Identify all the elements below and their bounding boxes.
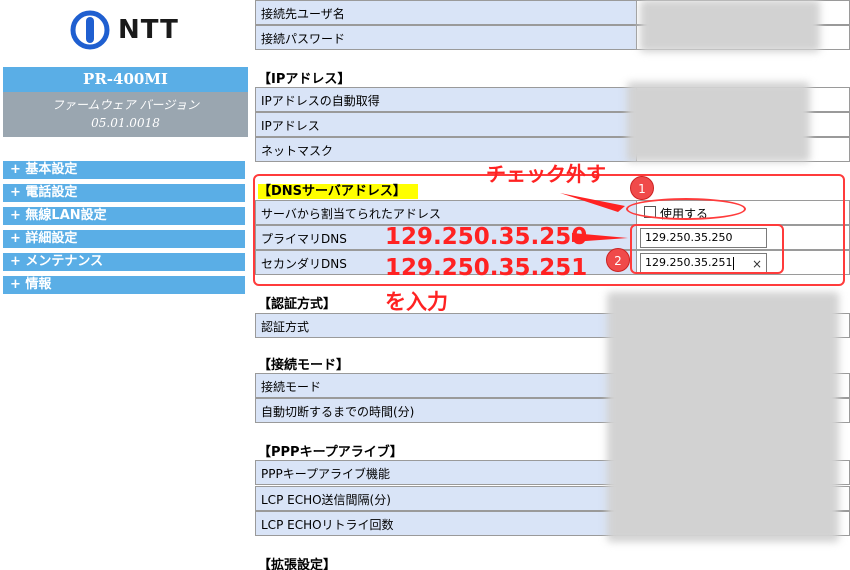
netmask-label: ネットマスク <box>261 144 334 158</box>
auth-method-label: 認証方式 <box>261 320 310 334</box>
nav-info[interactable]: + 情報 <box>3 276 245 294</box>
ntt-logo: NTT <box>70 8 200 52</box>
annotation-enter: を入力 <box>385 290 448 314</box>
redacted-credentials <box>640 0 820 52</box>
conn-mode-section-title: 【接続モード】 <box>258 358 350 373</box>
annotation-primary-dns: 129.250.35.250 <box>385 224 588 250</box>
sidebar: NTT PR-400MI ファームウェア バージョン 05.01.0018 + … <box>0 0 250 570</box>
connection-password-label: 接続パスワード <box>261 32 346 46</box>
dns-inputs-highlight-box <box>630 224 784 274</box>
lcp-retry-label: LCP ECHOリトライ回数 <box>261 518 394 532</box>
checkbox-highlight-ellipse <box>626 198 746 220</box>
ip-address-label: IPアドレス <box>261 119 320 133</box>
keepalive-func-label: PPPキープアライブ機能 <box>261 467 390 481</box>
firmware-label: ファームウェア バージョン <box>51 98 200 112</box>
nav-phone-settings[interactable]: + 電話設定 <box>3 184 245 202</box>
firmware-info: ファームウェア バージョン 05.01.0018 <box>3 92 248 137</box>
logo-text: NTT <box>118 15 179 45</box>
keepalive-section-title: 【PPPキープアライブ】 <box>258 445 403 460</box>
redacted-settings-lower <box>607 292 839 542</box>
firmware-version: 05.01.0018 <box>91 116 160 130</box>
annotation-uncheck: チェック外す <box>486 162 606 186</box>
nav-basic-settings[interactable]: + 基本設定 <box>3 161 245 179</box>
lcp-interval-label: LCP ECHO送信間隔(分) <box>261 493 391 507</box>
ip-section-title: 【IPアドレス】 <box>258 72 351 87</box>
ext-section-title: 【拡張設定】 <box>258 558 337 570</box>
ip-auto-label: IPアドレスの自動取得 <box>261 94 380 108</box>
sidebar-nav: + 基本設定 + 電話設定 + 無線LAN設定 + 詳細設定 + メンテナンス … <box>3 161 245 299</box>
nav-maintenance[interactable]: + メンテナンス <box>3 253 245 271</box>
connection-user-label: 接続先ユーザ名 <box>261 7 345 21</box>
nav-wireless-lan-settings[interactable]: + 無線LAN設定 <box>3 207 245 225</box>
annotation-secondary-dns: 129.250.35.251 <box>385 255 588 281</box>
auto-disconnect-label: 自動切断するまでの時間(分) <box>261 405 415 419</box>
model-info: PR-400MI ファームウェア バージョン 05.01.0018 <box>3 67 248 137</box>
step-badge-1: 1 <box>630 176 654 200</box>
redacted-ip-settings <box>627 82 810 162</box>
auth-section-title: 【認証方式】 <box>258 297 337 312</box>
model-name: PR-400MI <box>3 67 248 92</box>
ntt-logo-icon <box>70 10 110 50</box>
conn-mode-label: 接続モード <box>261 380 322 394</box>
step-badge-2: 2 <box>606 248 630 272</box>
nav-advanced-settings[interactable]: + 詳細設定 <box>3 230 245 248</box>
